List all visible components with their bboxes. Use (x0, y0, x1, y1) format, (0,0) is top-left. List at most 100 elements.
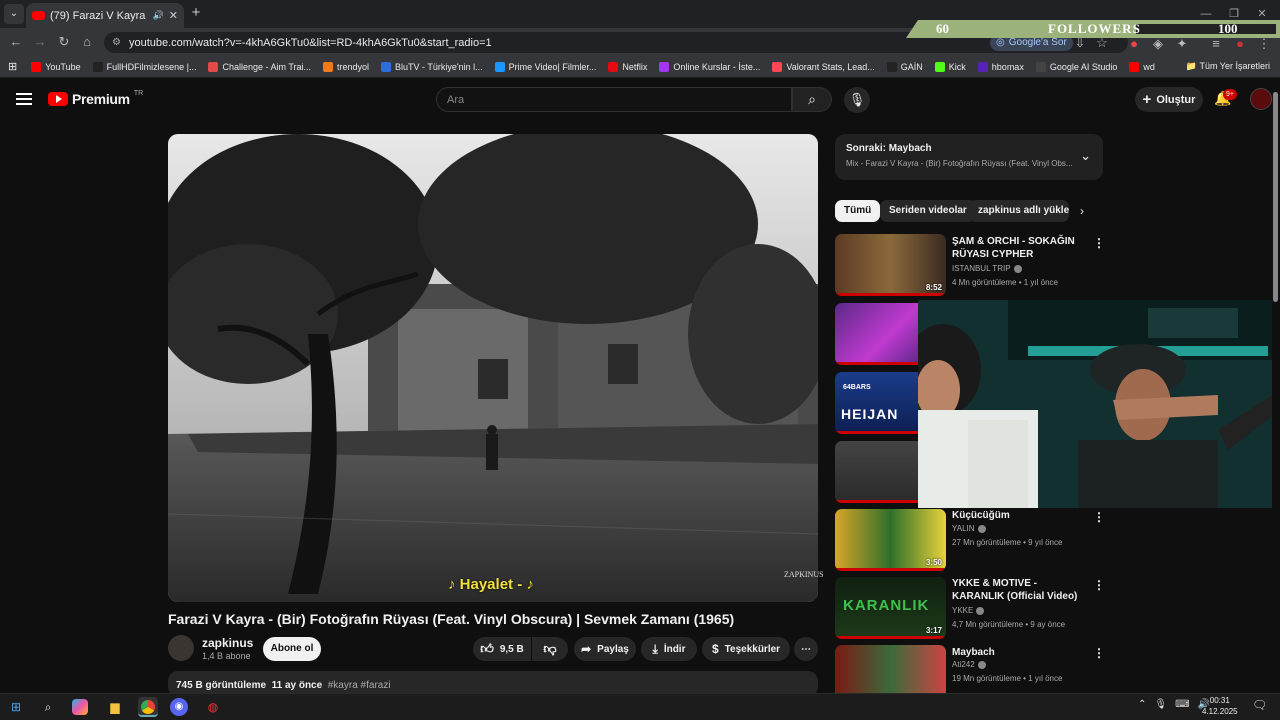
bookmark-item[interactable]: trendyol (317, 61, 375, 72)
bookmark-favicon-icon (608, 61, 619, 72)
verified-icon (977, 660, 986, 669)
related-channel[interactable]: Ati242 (952, 660, 986, 669)
hashtags[interactable]: #kayra #farazi (328, 680, 391, 691)
dislike-button[interactable]: 👎︎ (532, 637, 568, 661)
related-channel[interactable]: YALIN (952, 524, 986, 533)
system-tray[interactable]: ⌃ 🎙 ⌨ 🔊 (1138, 699, 1210, 710)
forward-arrow-icon[interactable]: → (32, 34, 48, 50)
related-thumbnail[interactable]: 8:52 (835, 234, 946, 296)
related-channel-name: YALIN (952, 524, 975, 533)
more-actions-icon[interactable]: ⋯ (794, 637, 818, 661)
more-options-icon[interactable]: ⋮ (1093, 578, 1105, 592)
account-avatar[interactable] (1250, 88, 1272, 110)
back-arrow-icon[interactable]: ← (8, 34, 24, 50)
file-explorer-icon[interactable]: ▆ (105, 697, 125, 717)
bookmark-item[interactable]: Valorant Stats, Lead... (766, 61, 880, 72)
video-title: Farazi V Kayra - (Bir) Fotoğrafın Rüyası… (168, 611, 735, 627)
subscribe-button[interactable]: Abone ol (263, 637, 321, 661)
reload-icon[interactable]: ↻ (56, 34, 72, 50)
site-info-icon[interactable]: ⚙ (112, 37, 121, 48)
related-channel[interactable]: YKKE (952, 606, 985, 615)
chip-series-videos[interactable]: Seriden videolar (880, 200, 976, 222)
related-channel[interactable]: ISTANBUL TRIP (952, 264, 1022, 273)
search-icon[interactable]: ⌕ (792, 87, 832, 112)
share-button[interactable]: ➦ Paylaş (574, 637, 636, 661)
chevron-down-icon[interactable]: ⌄ (1080, 148, 1091, 164)
bookmark-item[interactable]: wd (1123, 61, 1161, 72)
home-icon[interactable]: ⌂ (79, 34, 95, 50)
bookmark-label: Prime Video| Filmler... (508, 61, 597, 72)
new-tab-button[interactable]: + (188, 5, 204, 21)
verified-icon (977, 524, 986, 533)
chevron-right-icon[interactable]: › (1080, 204, 1084, 218)
bookmark-item[interactable]: FullHDFilmizlesene |... (87, 61, 203, 72)
tray-network-icon[interactable]: ⌨ (1175, 699, 1189, 710)
channel-name[interactable]: zapkinus (202, 636, 253, 650)
discord-icon[interactable]: ◉ (170, 698, 188, 716)
chip-uploader[interactable]: zapkinus adlı yükleyic (969, 200, 1069, 222)
browser-tab-active[interactable]: (79) Farazi V Kayra - (Bir) Fo 🔊 ✕ (26, 3, 184, 28)
extension-red-icon[interactable]: ● (1126, 36, 1142, 52)
bookmarks-bar: ⊞ YouTube FullHDFilmizlesene |... Challeng… (0, 56, 1280, 78)
bookmark-favicon-icon (323, 61, 333, 72)
extension-shield-icon[interactable]: ◈ (1150, 36, 1166, 52)
taskbar-search-icon[interactable]: ⌕ (38, 697, 58, 717)
video-player[interactable] (168, 134, 818, 602)
microphone-icon[interactable]: 🎙 (844, 87, 870, 113)
bookmark-item[interactable]: Prime Video| Filmler... (489, 61, 603, 72)
media-control-icon[interactable]: ≡ (1208, 36, 1224, 52)
related-thumbnail[interactable]: KARANLIK 3:17 (835, 577, 946, 639)
create-button[interactable]: + Oluştur (1135, 87, 1203, 112)
more-options-icon[interactable]: ⋮ (1093, 646, 1105, 660)
bookmark-label: GAİN (900, 61, 923, 72)
more-options-icon[interactable]: ⋮ (1093, 510, 1105, 524)
profile-avatar-icon[interactable]: ● (1232, 36, 1248, 52)
hamburger-menu-icon[interactable] (16, 90, 32, 108)
apps-grid-icon[interactable]: ⊞ (0, 60, 25, 73)
playlist-next-card[interactable]: Sonraki: Maybach Mix - Farazi V Kayra - … (835, 134, 1103, 180)
youtube-premium-logo[interactable]: Premium TR (48, 90, 143, 107)
windows-start-icon[interactable]: ⊞ (6, 697, 26, 717)
related-title[interactable]: Maybach (952, 646, 1080, 659)
related-title[interactable]: Küçücüğüm (952, 509, 1080, 522)
channel-avatar[interactable] (168, 635, 194, 661)
tab-close-icon[interactable]: ✕ (169, 9, 178, 22)
bookmark-item[interactable]: YouTube (25, 61, 86, 72)
chip-all[interactable]: Tümü (835, 200, 881, 222)
video-duration: 3:50 (925, 558, 942, 567)
bookmark-item[interactable]: Challenge - Aim Trai... (202, 61, 317, 72)
search-input[interactable]: Ara (436, 87, 792, 112)
bookmark-favicon-icon (31, 61, 42, 72)
chrome-taskbar-icon[interactable] (138, 697, 158, 717)
bookmark-label: Google AI Studio (1049, 61, 1118, 72)
notification-center-icon[interactable]: 🗨 (1252, 698, 1267, 712)
all-bookmarks-button[interactable]: 📁 Tüm Yer İşaretleri (1186, 61, 1270, 72)
bookmark-item[interactable]: BluTV - Türkiye'nin l... (375, 61, 489, 72)
tray-mic-icon[interactable]: 🎙 (1154, 699, 1167, 710)
url-text: youtube.com/watch?v=-4khA6GkTu0&list=RD-… (128, 36, 492, 49)
bookmark-item[interactable]: GAİN (881, 61, 929, 72)
obs-icon[interactable]: ◍ (203, 697, 223, 717)
taskbar-clock[interactable]: 00:31 4.12.2025 (1202, 695, 1238, 717)
more-options-icon[interactable]: ⋮ (1093, 236, 1105, 250)
thanks-button[interactable]: $ Teşekkürler (702, 637, 790, 661)
bookmark-item[interactable]: Online Kurslar - İste... (653, 61, 766, 72)
download-label: İndir (663, 643, 686, 655)
like-button[interactable]: 👍︎ 9,5 B (473, 637, 531, 661)
bookmark-item[interactable]: hbomax (972, 61, 1030, 72)
bookmark-item[interactable]: Kick (929, 61, 972, 72)
copilot-icon[interactable] (72, 699, 88, 715)
related-thumbnail[interactable]: 3:50 (835, 509, 946, 571)
browser-menu-icon[interactable]: ⋮ (1256, 36, 1272, 52)
bookmark-item[interactable]: Netflix (602, 61, 653, 72)
scrollbar-thumb[interactable] (1273, 92, 1278, 302)
bookmark-item[interactable]: Google AI Studio (1030, 61, 1124, 72)
extensions-puzzle-icon[interactable]: ✦ (1174, 36, 1190, 52)
tab-search-button[interactable]: ⌄ (4, 4, 24, 24)
related-thumbnail[interactable] (835, 645, 946, 693)
related-title[interactable]: YKKE & MOTIVE - KARANLIK (Official Video… (952, 577, 1080, 603)
tab-audio-icon[interactable]: 🔊 (153, 10, 164, 21)
tray-chevron-icon[interactable]: ⌃ (1138, 699, 1146, 710)
download-button[interactable]: ⤓ İndir (641, 637, 697, 661)
related-title[interactable]: ŞAM & ORCHI - SOKAĞIN RÜYASI CYPHER (952, 235, 1080, 261)
